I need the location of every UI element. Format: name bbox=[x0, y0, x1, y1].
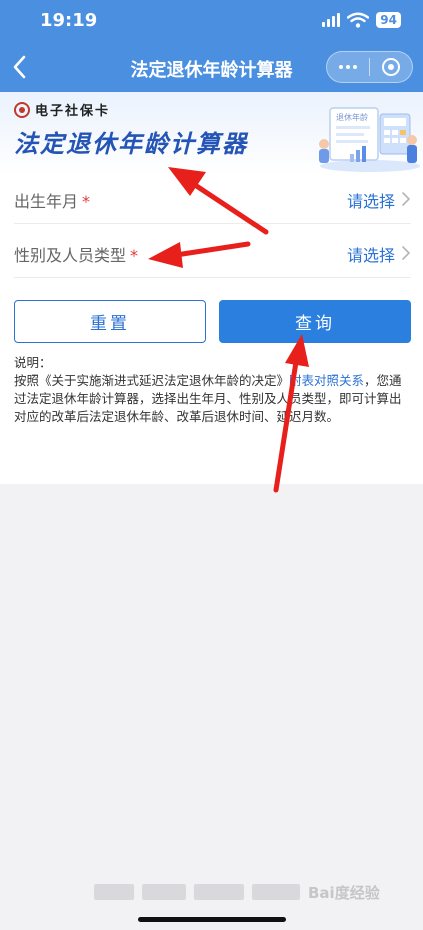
notes-heading: 说明： bbox=[14, 355, 52, 370]
brand: 电子社保卡 bbox=[14, 100, 110, 119]
banner: 电子社保卡 法定退休年龄计算器 退休年龄 bbox=[0, 92, 423, 174]
nav-bar: 法定退休年龄计算器 bbox=[0, 44, 423, 92]
social-security-logo-icon bbox=[14, 101, 30, 118]
illustration-tag: 退休年龄 bbox=[336, 112, 368, 122]
cellular-signal-icon bbox=[322, 13, 341, 27]
gender-type-row[interactable]: 性别及人员类型 * 请选择 bbox=[14, 228, 411, 278]
birth-date-row[interactable]: 出生年月 * 请选择 bbox=[14, 174, 411, 224]
decision-title: 《关于实施渐进式延迟法定退休年龄的决定》 bbox=[39, 373, 290, 388]
miniprogram-capsule bbox=[326, 51, 413, 83]
battery-icon: 94 bbox=[376, 12, 401, 28]
required-mark: * bbox=[82, 192, 91, 211]
reset-button[interactable]: 重置 bbox=[14, 300, 206, 343]
status-bar: 19:19 94 bbox=[0, 0, 423, 44]
birth-date-picker[interactable]: 请选择 bbox=[347, 188, 395, 212]
birth-date-label: 出生年月 * bbox=[14, 192, 91, 211]
required-mark: * bbox=[130, 246, 139, 265]
banner-title: 法定退休年龄计算器 bbox=[14, 130, 248, 158]
brand-name: 电子社保卡 bbox=[35, 104, 111, 119]
notes-body: 按照《关于实施渐进式延迟法定退休年龄的决定》附表对照关系，您通过法定退休年龄计算… bbox=[14, 373, 402, 424]
chevron-right-icon bbox=[402, 246, 411, 260]
watermark-text: Bai度经验 bbox=[308, 884, 380, 902]
status-icons: 94 bbox=[322, 12, 401, 28]
calculator-card: 电子社保卡 法定退休年龄计算器 退休年龄 出生年月 * 请选择 性别及人员类型 * … bbox=[0, 92, 423, 484]
home-indicator[interactable] bbox=[138, 917, 286, 922]
close-miniprogram-icon[interactable] bbox=[370, 52, 412, 82]
status-time: 19:19 bbox=[40, 10, 98, 31]
watermark: Bai度经验 bbox=[94, 880, 414, 906]
gender-type-label: 性别及人员类型 * bbox=[14, 246, 139, 265]
calculator-illustration-icon: 退休年龄 bbox=[319, 107, 420, 172]
query-button[interactable]: 查询 bbox=[219, 300, 411, 343]
appendix-link[interactable]: 附表对照关系 bbox=[289, 373, 364, 388]
notes: 说明： 按照《关于实施渐进式延迟法定退休年龄的决定》附表对照关系，您通过法定退休… bbox=[14, 354, 411, 426]
chevron-right-icon bbox=[402, 192, 411, 206]
more-icon[interactable] bbox=[327, 52, 369, 82]
gender-type-picker[interactable]: 请选择 bbox=[347, 242, 395, 266]
wifi-icon bbox=[347, 12, 370, 28]
